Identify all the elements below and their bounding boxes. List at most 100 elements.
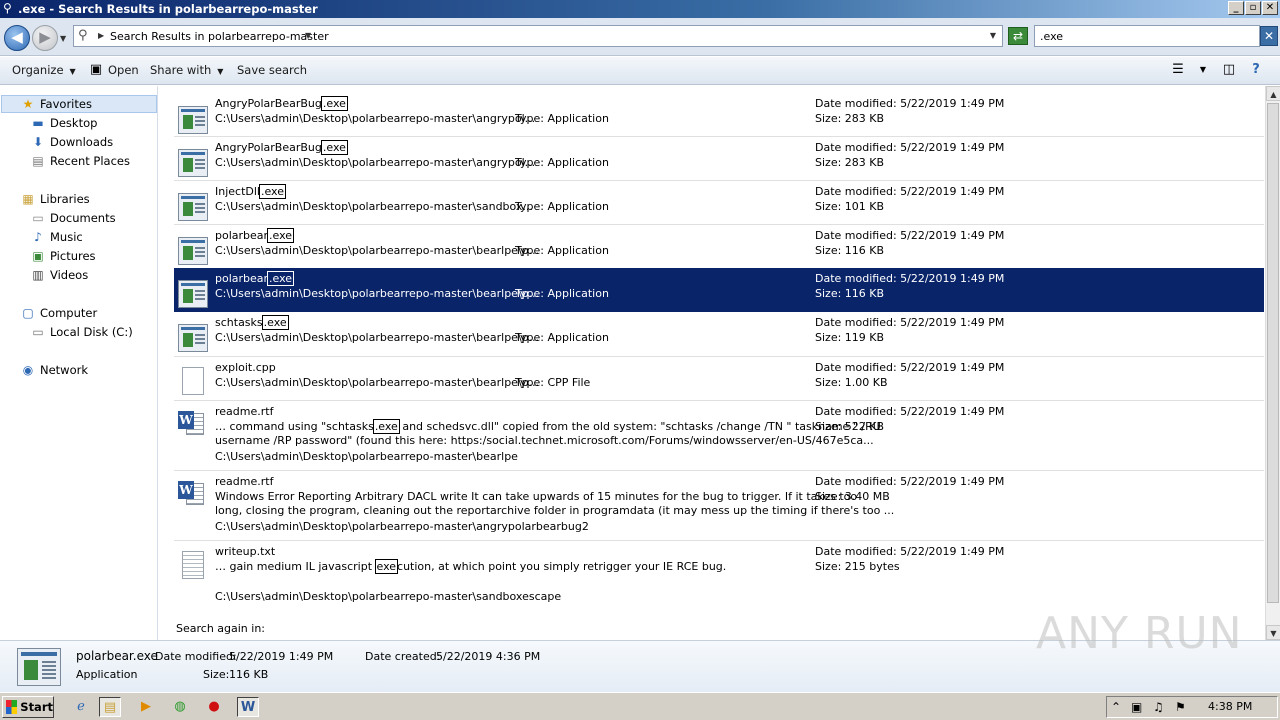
close-button[interactable]: ✕ (1262, 1, 1278, 15)
network-tray-icon[interactable]: ▣ (1131, 700, 1142, 714)
nav-libraries[interactable]: ▦ Libraries (20, 190, 89, 208)
result-size: Size: 283 KB (815, 156, 885, 169)
open-button[interactable]: Open (108, 63, 139, 77)
clock[interactable]: 4:38 PM (1208, 700, 1252, 713)
application-icon (17, 648, 61, 686)
nav-network[interactable]: ◉ Network (20, 361, 88, 379)
minimize-button[interactable]: _ (1228, 1, 1244, 15)
scroll-up-button[interactable]: ▲ (1266, 86, 1280, 101)
vertical-scrollbar[interactable]: ▲ ▼ (1265, 86, 1280, 640)
result-path: C:\Users\admin\Desktop\polarbearrepo-mas… (215, 590, 562, 603)
result-row[interactable]: schtasks.exe C:\Users\admin\Desktop\pola… (174, 312, 1264, 356)
result-name: writeup.txt (215, 545, 276, 558)
nav-music[interactable]: ♪ Music (30, 228, 83, 246)
internet-explorer-icon[interactable]: ℯ (70, 697, 92, 717)
result-name: InjectDll.exe (215, 184, 287, 199)
chrome-icon[interactable]: ◍ (169, 697, 191, 717)
word-icon[interactable]: W (237, 697, 259, 717)
result-modified: Date modified: 5/22/2019 1:49 PM (815, 361, 1005, 374)
result-modified: Date modified: 5/22/2019 1:49 PM (815, 141, 1005, 154)
chevron-down-icon: ▼ (69, 67, 76, 76)
opera-icon[interactable]: ● (203, 697, 225, 717)
command-bar: Organize ▼ ▣ Open Share with ▼ Save search… (0, 57, 1280, 85)
address-bar[interactable]: ⚲ ▶ Search Results in polarbearrepo-mast… (73, 25, 1003, 47)
recent-places-icon: ▤ (32, 154, 44, 168)
open-icon: ▣ (89, 62, 103, 77)
address-dropdown-icon[interactable]: ▼ (990, 31, 996, 40)
view-options-icon[interactable]: ☰ (1170, 62, 1186, 78)
scroll-down-button[interactable]: ▼ (1266, 625, 1280, 640)
start-button[interactable]: Start (2, 696, 54, 718)
nav-recent-places[interactable]: ▤ Recent Places (30, 152, 130, 170)
search-results: AngryPolarBearBug.exe C:\Users\admin\Des… (160, 86, 1264, 640)
result-type: Type: Application (515, 287, 609, 300)
network-icon: ◉ (22, 363, 34, 377)
result-snippet: … gain medium IL javascript execution, a… (215, 559, 727, 574)
result-row[interactable]: AngryPolarBearBug.exe C:\Users\admin\Des… (174, 136, 1264, 180)
result-row-selected[interactable]: polarbear.exe C:\Users\admin\Desktop\pol… (174, 268, 1264, 312)
search-icon: ⚲ (78, 28, 88, 43)
nav-desktop[interactable]: ▬ Desktop (30, 114, 97, 132)
result-row[interactable]: W readme.rtf … command using "schtasks.e… (174, 400, 1264, 470)
drive-icon: ▭ (32, 325, 44, 339)
result-row[interactable]: AngryPolarBearBug.exe C:\Users\admin\Des… (174, 94, 1264, 138)
result-modified: Date modified: 5/22/2019 1:49 PM (815, 185, 1005, 198)
scroll-thumb[interactable] (1267, 103, 1279, 603)
help-icon[interactable]: ? (1248, 62, 1264, 78)
explorer-icon[interactable]: ▤ (99, 697, 121, 717)
result-snippet: long, closing the program, cleaning out … (215, 504, 895, 517)
chevron-right-icon[interactable]: ▶ (98, 31, 104, 40)
application-icon (178, 237, 208, 265)
result-path: C:\Users\admin\Desktop\polarbearrepo-mas… (215, 287, 540, 300)
organize-label: Organize (12, 63, 64, 77)
show-hidden-icons[interactable]: ⌃ (1111, 700, 1121, 714)
windows-logo-icon (6, 700, 18, 714)
nav-documents[interactable]: ▭ Documents (30, 209, 116, 227)
result-size: Size: 101 KB (815, 200, 885, 213)
nav-computer[interactable]: ▢ Computer (20, 304, 97, 322)
result-name: AngryPolarBearBug.exe (215, 140, 348, 155)
nav-favorites[interactable]: ★ Favorites (1, 95, 157, 113)
preview-pane-icon[interactable]: ◫ (1221, 62, 1237, 78)
media-player-icon[interactable]: ▶ (135, 697, 157, 717)
music-icon: ♪ (34, 230, 42, 244)
search-input[interactable] (1034, 25, 1260, 47)
clear-search-button[interactable]: ✕ (1260, 26, 1278, 46)
result-name: schtasks.exe (215, 315, 289, 330)
details-file-name: polarbear.exe (76, 649, 158, 663)
nav-label: Computer (40, 306, 98, 320)
nav-pictures[interactable]: ▣ Pictures (30, 247, 95, 265)
volume-icon[interactable]: ♫ (1153, 700, 1164, 714)
nav-label: Documents (50, 211, 116, 225)
nav-local-disk[interactable]: ▭ Local Disk (C:) (30, 323, 132, 341)
back-button[interactable]: ◀ (4, 25, 30, 51)
view-dropdown-icon[interactable]: ▼ (1195, 62, 1211, 78)
application-icon (178, 280, 208, 308)
result-row[interactable]: InjectDll.exe C:\Users\admin\Desktop\pol… (174, 180, 1264, 224)
action-center-flag-icon[interactable]: ⚑ (1175, 700, 1186, 714)
result-name: readme.rtf (215, 405, 274, 418)
result-path: C:\Users\admin\Desktop\polarbearrepo-mas… (215, 376, 540, 389)
nav-label: Favorites (40, 97, 92, 111)
nav-downloads[interactable]: ⬇ Downloads (30, 133, 113, 151)
breadcrumb[interactable]: Search Results in polarbearrepo-master (110, 30, 329, 43)
result-row[interactable]: writeup.txt … gain medium IL javascript … (174, 540, 1264, 606)
refresh-button[interactable]: ⇄ (1008, 27, 1028, 45)
share-with-button[interactable]: Share with ▼ (150, 63, 223, 77)
result-row[interactable]: W readme.rtf Windows Error Reporting Arb… (174, 470, 1264, 540)
result-size: Size: 116 KB (815, 244, 885, 257)
start-label: Start (20, 700, 53, 714)
downloads-icon: ⬇ (32, 135, 44, 149)
documents-icon: ▭ (32, 211, 44, 225)
save-search-button[interactable]: Save search (237, 63, 307, 77)
forward-button[interactable]: ▶ (32, 25, 58, 51)
recent-pages-dropdown[interactable]: ▼ (60, 34, 66, 43)
nav-videos[interactable]: ▥ Videos (30, 266, 88, 284)
chevron-down-icon[interactable]: ▼ (305, 31, 311, 40)
organize-button[interactable]: Organize ▼ (12, 63, 76, 77)
result-row[interactable]: polarbear.exe C:\Users\admin\Desktop\pol… (174, 224, 1264, 268)
search-folder-icon: ⚲ (3, 1, 12, 15)
application-icon (178, 106, 208, 134)
result-row[interactable]: exploit.cpp C:\Users\admin\Desktop\polar… (174, 356, 1264, 400)
maximize-button[interactable]: ▫ (1245, 1, 1261, 15)
